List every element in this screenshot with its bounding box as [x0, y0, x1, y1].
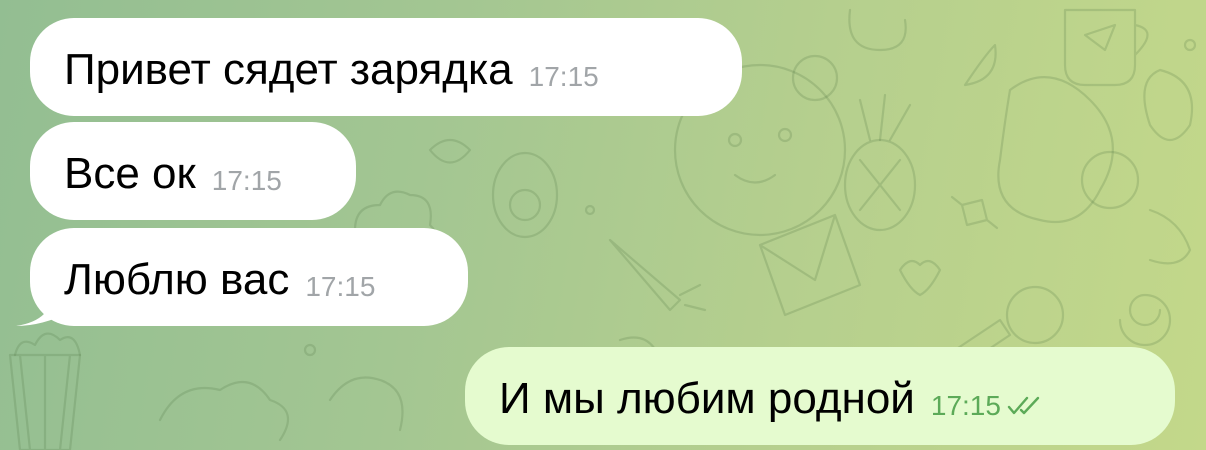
message-text: Все ок	[64, 149, 196, 198]
read-double-check-icon	[1007, 396, 1040, 415]
message-text: Привет сядет зарядка	[64, 45, 513, 94]
message-time: 17:15	[305, 271, 376, 302]
incoming-message-bubble[interactable]: Все ок 17:15	[30, 122, 356, 220]
message-time: 17:15	[930, 390, 1001, 421]
outgoing-message-bubble[interactable]: И мы любим родной 17:15	[465, 347, 1175, 445]
incoming-message-bubble[interactable]: Привет сядет зарядка 17:15	[30, 18, 742, 116]
message-text: Люблю вас	[64, 255, 290, 304]
message-text: И мы любим родной	[499, 374, 915, 423]
message-time: 17:15	[528, 61, 599, 92]
message-time: 17:15	[211, 165, 282, 196]
incoming-message-bubble[interactable]: Люблю вас 17:15	[30, 228, 468, 326]
